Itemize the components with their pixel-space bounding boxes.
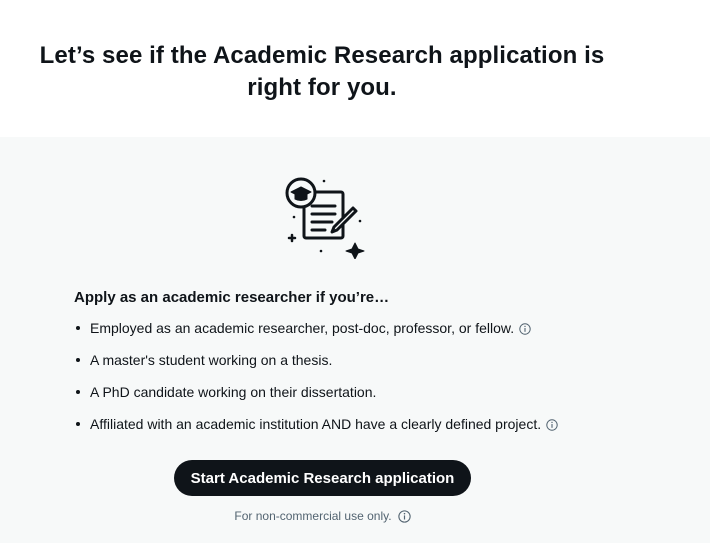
eligibility-lead: Apply as an academic researcher if you’r… xyxy=(74,289,390,306)
criterion-text: Employed as an academic researcher, post… xyxy=(90,320,515,336)
list-item: Employed as an academic researcher, post… xyxy=(74,318,634,350)
graduation-document-pencil-icon xyxy=(285,177,365,259)
usage-footnote: For non-commercial use only. xyxy=(174,507,471,525)
info-icon[interactable] xyxy=(546,419,558,431)
info-icon[interactable] xyxy=(519,323,531,335)
start-application-button[interactable]: Start Academic Research application xyxy=(174,460,471,496)
footnote-text: For non-commercial use only. xyxy=(234,509,392,523)
page-title: Let’s see if the Academic Research appli… xyxy=(39,42,605,101)
criterion-text: A PhD candidate working on their dissert… xyxy=(90,384,377,400)
header: Let’s see if the Academic Research appli… xyxy=(0,0,710,137)
list-item: Affiliated with an academic institution … xyxy=(74,414,634,446)
page: Let’s see if the Academic Research appli… xyxy=(0,0,710,543)
criterion-text: Affiliated with an academic institution … xyxy=(90,416,542,432)
info-icon[interactable] xyxy=(397,510,411,523)
list-item: A master's student working on a thesis. xyxy=(74,350,634,382)
list-item: A PhD candidate working on their dissert… xyxy=(74,382,634,414)
criterion-text: A master's student working on a thesis. xyxy=(90,352,333,368)
eligibility-list: Employed as an academic researcher, post… xyxy=(74,318,634,446)
